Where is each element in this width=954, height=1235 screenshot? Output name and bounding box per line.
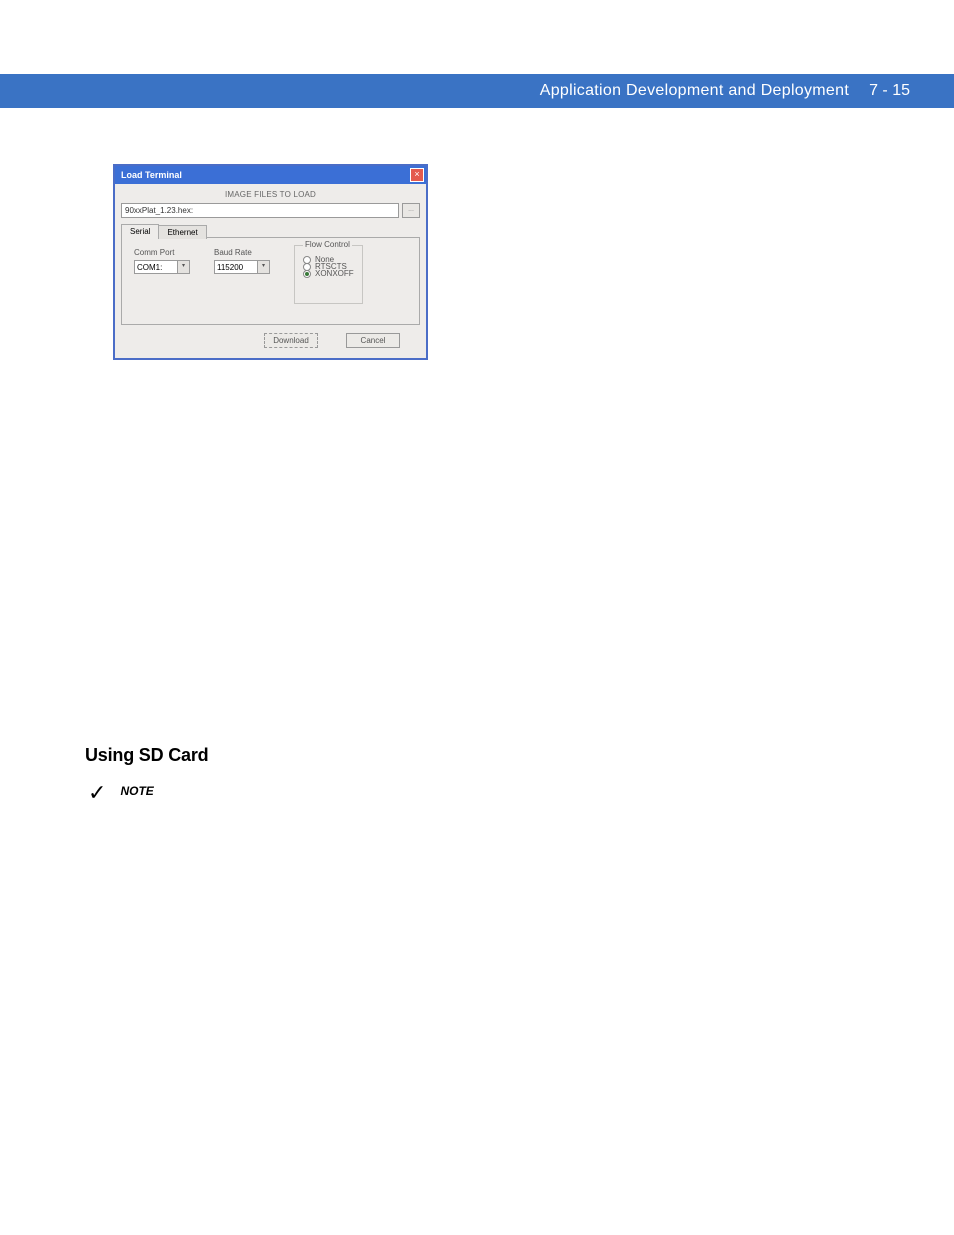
radio-icon[interactable]	[303, 270, 311, 278]
file-row: ...	[121, 203, 420, 218]
radio-xonxoff-label: XONXOFF	[315, 269, 354, 278]
tabs: Serial Ethernet	[121, 224, 420, 238]
image-files-label: IMAGE FILES TO LOAD	[121, 190, 420, 199]
radio-xonxoff[interactable]: XONXOFF	[303, 269, 354, 278]
header-band: Application Development and Deployment 7…	[0, 74, 954, 108]
chevron-down-icon[interactable]: ▾	[257, 261, 269, 273]
button-row: Download Cancel	[121, 325, 420, 348]
chevron-down-icon[interactable]: ▾	[177, 261, 189, 273]
load-terminal-dialog: Load Terminal × IMAGE FILES TO LOAD ... …	[113, 164, 428, 360]
baud-rate-value[interactable]	[215, 261, 257, 273]
section-heading-sd-card: Using SD Card	[85, 745, 208, 766]
note-row: ✓ NOTE	[88, 782, 154, 804]
baud-rate-group: Baud Rate ▾	[214, 248, 270, 304]
dialog-content: IMAGE FILES TO LOAD ... Serial Ethernet …	[115, 184, 426, 358]
comm-port-value[interactable]	[135, 261, 177, 273]
note-label: NOTE	[120, 784, 153, 798]
cancel-button[interactable]: Cancel	[346, 333, 400, 348]
tab-ethernet[interactable]: Ethernet	[158, 225, 206, 239]
image-file-input[interactable]	[121, 203, 399, 218]
comm-port-label: Comm Port	[134, 248, 190, 257]
tab-panel-serial: Comm Port ▾ Baud Rate ▾ Flow Control	[121, 237, 420, 325]
browse-button[interactable]: ...	[402, 203, 420, 218]
baud-rate-label: Baud Rate	[214, 248, 270, 257]
tab-serial[interactable]: Serial	[121, 224, 159, 238]
dialog-title: Load Terminal	[121, 170, 182, 180]
flow-control-fieldset: Flow Control None RTSCTS XONXOFF	[294, 245, 363, 304]
flow-control-legend: Flow Control	[303, 240, 352, 249]
checkmark-icon: ✓	[88, 782, 106, 804]
baud-rate-combo[interactable]: ▾	[214, 260, 270, 274]
comm-port-combo[interactable]: ▾	[134, 260, 190, 274]
header-title: Application Development and Deployment	[540, 82, 849, 100]
header-page-number: 7 - 15	[869, 82, 910, 100]
close-icon[interactable]: ×	[410, 168, 424, 182]
comm-port-group: Comm Port ▾	[134, 248, 190, 304]
dialog-titlebar: Load Terminal ×	[115, 166, 426, 184]
download-button[interactable]: Download	[264, 333, 318, 348]
tab-area: Serial Ethernet Comm Port ▾ Baud Rate ▾	[121, 224, 420, 325]
